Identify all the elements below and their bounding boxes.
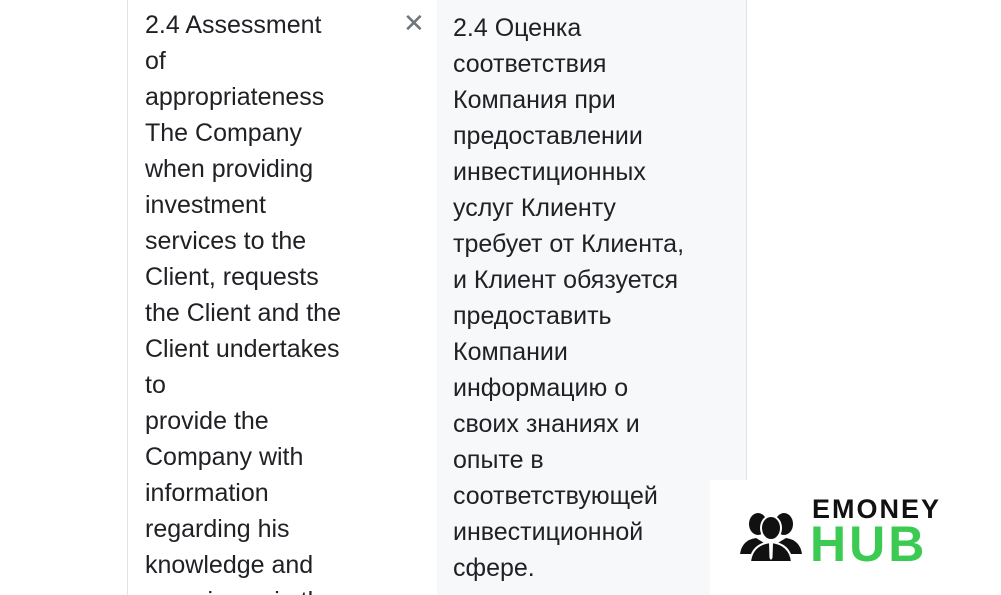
text-line: инвестиционной — [453, 518, 644, 546]
text-line: предоставлении — [453, 122, 643, 150]
text-line: Компания при — [453, 86, 616, 114]
text-line: experience in the — [145, 583, 341, 595]
text-line: соответствующей — [453, 482, 658, 510]
text-line: предоставить — [453, 302, 612, 330]
translation-panel: 2.4 Оценка соответствия Компания при предос… — [437, 0, 747, 595]
translated-text: 2.4 Оценка соответствия Компания при предос… — [453, 10, 684, 586]
text-line: соответствия — [453, 50, 607, 78]
source-text[interactable]: 2.4 Assessment of appropriateness The Compa… — [145, 7, 341, 595]
text-line: своих знаниях и — [453, 410, 640, 438]
close-icon[interactable]: ✕ — [403, 10, 425, 36]
source-text-panel: 2.4 Assessment of appropriateness The Compa… — [127, 0, 437, 595]
text-line: information — [145, 479, 269, 507]
text-line: опыте в — [453, 446, 544, 474]
text-line: Client, requests — [145, 263, 319, 291]
logo-text-hub: HUB — [810, 516, 928, 572]
text-line: investment — [145, 191, 266, 219]
text-line: when providing — [145, 155, 314, 183]
text-line: regarding his — [145, 515, 290, 543]
text-line: of — [145, 47, 166, 75]
text-line: services to the — [145, 227, 307, 255]
text-line: Компании — [453, 338, 568, 366]
text-line: и Клиент обязуется — [453, 266, 679, 294]
text-line: 2.4 Оценка — [453, 14, 582, 42]
text-line: to — [145, 371, 166, 399]
emoneyhub-logo: EMONEY HUB — [710, 480, 1001, 595]
text-line: сфере. — [453, 554, 535, 582]
text-line: knowledge and — [145, 551, 314, 579]
text-line: 2.4 Assessment — [145, 11, 322, 39]
text-line: The Company — [145, 119, 303, 147]
text-line: appropriateness — [145, 83, 325, 111]
business-people-icon — [740, 513, 802, 562]
text-line: the Client and the — [145, 299, 341, 327]
text-line: информацию о — [453, 374, 629, 402]
text-line: требует от Клиента, — [453, 230, 685, 258]
text-line: услуг Клиенту — [453, 194, 616, 222]
text-line: инвестиционных — [453, 158, 646, 186]
text-line: Company with — [145, 443, 304, 471]
text-line: Client undertakes — [145, 335, 340, 363]
text-line: provide the — [145, 407, 269, 435]
